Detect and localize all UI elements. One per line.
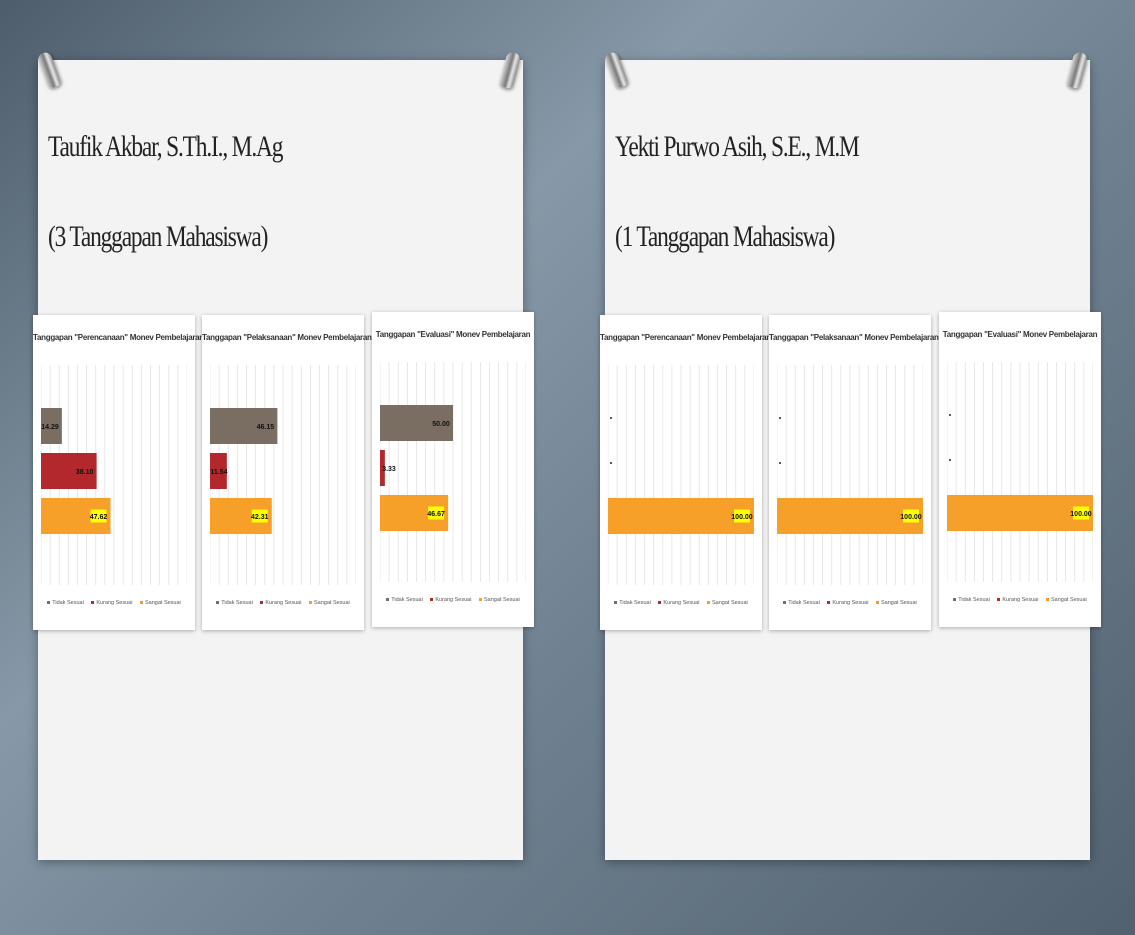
bar-chart: 100.00 [947, 362, 1093, 582]
chart-card: Tanggapan "Perencanaan" Monev Pembelajar… [600, 315, 771, 630]
data-label: 3.33 [382, 466, 396, 473]
data-label: 50.00 [432, 421, 450, 428]
chart-card: Tanggapan "Evaluasi" Monev Pembelajaran … [939, 312, 1101, 627]
legend-item: Sangat Sesuai [308, 600, 350, 606]
legend-item: Sangat Sesuai [478, 597, 520, 603]
data-label: 100.00 [731, 514, 753, 521]
pushpin-icon [498, 50, 522, 90]
chart-legend: Tidak Sesuai Kurang Sesuai Sangat Sesuai [202, 600, 364, 606]
legend-item: Kurang Sesuai [260, 600, 301, 606]
data-label: 47.62 [90, 514, 108, 521]
chart-title: Tanggapan "Evaluasi" Monev Pembelajaran [942, 330, 1098, 339]
chart-card: Tanggapan "Perencanaan" Monev Pembelajar… [33, 315, 204, 630]
legend-item: Tidak Sesuai [216, 600, 253, 606]
legend-item: Sangat Sesuai [139, 600, 181, 606]
legend-item: Tidak Sesuai [953, 597, 990, 603]
chart-title: Tanggapan "Evaluasi" Monev Pembelajaran [375, 330, 531, 339]
chart-legend: Tidak Sesuai Kurang Sesuai Sangat Sesuai [33, 600, 195, 606]
legend-item: Sangat Sesuai [706, 600, 748, 606]
chart-title: Tanggapan "Pelaksanaan" Monev Pembelajar… [769, 333, 939, 342]
data-label: 100.00 [1070, 511, 1092, 518]
legend-item: Kurang Sesuai [997, 597, 1038, 603]
chart-card: Tanggapan "Evaluasi" Monev Pembelajaran … [372, 312, 534, 627]
chart-title: Tanggapan "Perencanaan" Monev Pembelajar… [33, 333, 204, 342]
slide-title: Taufik Akbar, S.Th.I., M.Ag [48, 130, 283, 163]
legend-item: Tidak Sesuai [614, 600, 651, 606]
slide-subtitle: (1 Tanggapan Mahasiswa) [615, 220, 835, 253]
legend-item: Tidak Sesuai [783, 600, 820, 606]
slide-subtitle: (3 Tanggapan Mahasiswa) [48, 220, 268, 253]
zero-marker [779, 417, 781, 419]
data-label: 38.10 [76, 469, 94, 476]
zero-marker [949, 459, 951, 461]
chart-legend: Tidak Sesuai Kurang Sesuai Sangat Sesuai [939, 597, 1101, 603]
chart-card: Tanggapan "Pelaksanaan" Monev Pembelajar… [202, 315, 372, 630]
legend-item: Kurang Sesuai [658, 600, 699, 606]
legend-item: Kurang Sesuai [827, 600, 868, 606]
bar-chart: 50.00 3.33 46.67 [380, 362, 526, 582]
legend-item: Tidak Sesuai [47, 600, 84, 606]
zero-marker [779, 462, 781, 464]
bar-chart: 100.00 [608, 365, 754, 585]
data-label: 46.67 [427, 511, 445, 518]
chart-title: Tanggapan "Perencanaan" Monev Pembelajar… [600, 333, 771, 342]
pushpin-icon [603, 50, 629, 90]
chart-card: Tanggapan "Pelaksanaan" Monev Pembelajar… [769, 315, 939, 630]
chart-legend: Tidak Sesuai Kurang Sesuai Sangat Sesuai [600, 600, 762, 606]
chart-title: Tanggapan "Pelaksanaan" Monev Pembelajar… [202, 333, 372, 342]
zero-marker [949, 414, 951, 416]
zero-marker [610, 417, 612, 419]
pushpin-icon [36, 50, 62, 90]
data-label: 14.29 [41, 424, 59, 431]
pushpin-icon [1065, 50, 1089, 90]
legend-item: Tidak Sesuai [386, 597, 423, 603]
bar-chart: 46.15 11.54 42.31 [210, 365, 356, 585]
data-label: 46.15 [257, 424, 275, 431]
slide-yekti-purwo-asih: Yekti Purwo Asih, S.E., M.M (1 Tanggapan… [600, 50, 1101, 860]
chart-legend: Tidak Sesuai Kurang Sesuai Sangat Sesuai [769, 600, 931, 606]
data-label: 11.54 [210, 469, 227, 476]
slide-taufik-akbar: Taufik Akbar, S.Th.I., M.Ag (3 Tanggapan… [33, 50, 534, 860]
data-label: 100.00 [900, 514, 922, 521]
chart-legend: Tidak Sesuai Kurang Sesuai Sangat Sesuai [372, 597, 534, 603]
zero-marker [610, 462, 612, 464]
legend-item: Sangat Sesuai [1045, 597, 1087, 603]
slide-title: Yekti Purwo Asih, S.E., M.M [615, 130, 860, 163]
bar-chart: 14.29 38.10 47.62 [41, 365, 187, 585]
legend-item: Sangat Sesuai [875, 600, 917, 606]
bar-chart: 100.00 [777, 365, 923, 585]
legend-item: Kurang Sesuai [91, 600, 132, 606]
data-label: 42.31 [251, 514, 269, 521]
legend-item: Kurang Sesuai [430, 597, 471, 603]
